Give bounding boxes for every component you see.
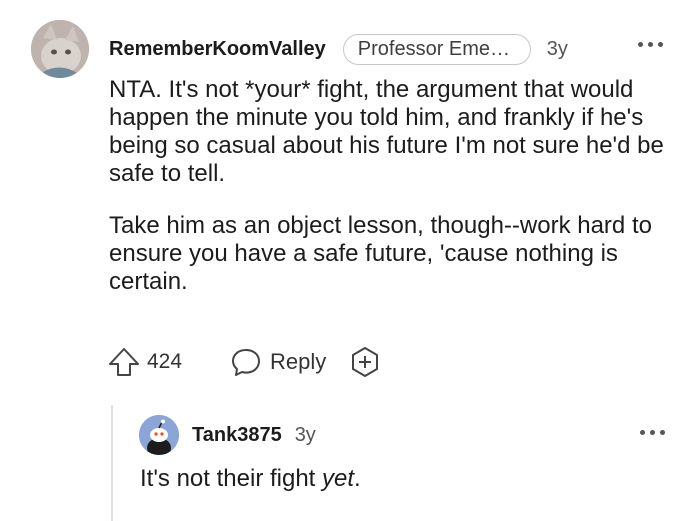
- thread-line[interactable]: [111, 405, 113, 521]
- vote-control: 424: [106, 344, 182, 380]
- award-button[interactable]: [348, 345, 382, 379]
- more-options-icon[interactable]: [638, 40, 666, 48]
- username[interactable]: RememberKoomValley: [109, 38, 326, 61]
- comment: RememberKoomValley Professor Emeri... 3y…: [0, 0, 700, 521]
- comment-header: RememberKoomValley Professor Emeri... 3y: [109, 32, 568, 66]
- default-snoo-avatar-icon: [139, 415, 179, 455]
- cat-photo-avatar-icon: [31, 20, 89, 78]
- reply-username[interactable]: Tank3875: [192, 424, 282, 447]
- comment-body: NTA. It's not *your* fight, the argument…: [109, 76, 689, 296]
- reply-button[interactable]: Reply: [230, 346, 326, 378]
- comment-paragraph: NTA. It's not *your* fight, the argument…: [109, 76, 664, 187]
- reply-age[interactable]: 3y: [295, 424, 316, 447]
- vote-score: 424: [147, 350, 183, 373]
- upvote-arrow-icon[interactable]: [106, 344, 142, 380]
- comment-paragraph: Take him as an object lesson, though--wo…: [109, 212, 652, 295]
- user-avatar[interactable]: [31, 20, 89, 78]
- reply-avatar[interactable]: [139, 415, 179, 455]
- reply-body: It's not their fight yet.: [140, 464, 361, 494]
- reply-emphasis: yet: [322, 465, 355, 492]
- reply-label: Reply: [270, 349, 327, 374]
- user-flair: Professor Emeri...: [342, 33, 531, 65]
- reply-header: Tank3875 3y: [192, 420, 316, 450]
- speech-bubble-icon: [232, 349, 261, 376]
- comment-actions: 424 Reply: [106, 342, 382, 382]
- reply-text-end: .: [354, 465, 361, 492]
- reply-text: It's not their fight: [140, 465, 323, 492]
- more-options-icon[interactable]: [640, 428, 668, 436]
- comment-age[interactable]: 3y: [547, 38, 568, 61]
- award-plus-icon: [352, 347, 379, 377]
